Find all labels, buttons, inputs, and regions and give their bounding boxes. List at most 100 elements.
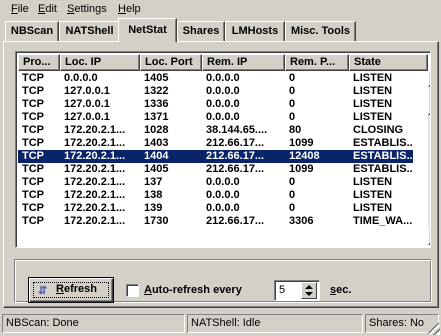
- cell-local-port: 1371: [144, 111, 169, 123]
- column-header-protocol[interactable]: Pro...: [18, 54, 60, 71]
- cell-local-port: 1336: [144, 98, 169, 110]
- column-header-state[interactable]: State: [349, 54, 428, 71]
- cell-remote-port: 3306: [289, 215, 314, 227]
- column-header-remote-port[interactable]: Rem. P...: [285, 54, 349, 71]
- tab-misc-tools[interactable]: Misc. Tools: [285, 21, 356, 41]
- cell-state: LISTEN: [353, 111, 393, 123]
- cell-local-port: 1405: [144, 72, 169, 84]
- cell-remote-ip: 0.0.0.0: [206, 85, 240, 97]
- cell-local-port: 1404: [144, 150, 169, 162]
- tab-natshell[interactable]: NATShell: [59, 21, 120, 41]
- cell-local-ip: 172.20.2.1...: [64, 163, 126, 175]
- cell-state: LISTEN: [353, 176, 393, 188]
- table-row[interactable]: TCP 172.20.2.1... 138 0.0.0.0 0 LISTEN: [18, 189, 413, 202]
- cell-remote-ip: 0.0.0.0: [206, 111, 240, 123]
- cell-protocol: TCP: [22, 163, 44, 175]
- spinner-buttons[interactable]: [301, 282, 317, 299]
- cell-protocol: TCP: [22, 202, 44, 214]
- cell-state: ESTABLIS...: [353, 150, 413, 162]
- cell-local-port: 1405: [144, 163, 169, 175]
- menu-settings[interactable]: Settings: [67, 3, 107, 15]
- table-row[interactable]: TCP 127.0.0.1 1322 0.0.0.0 0 LISTEN: [18, 85, 413, 98]
- cell-remote-ip: 0.0.0.0: [206, 72, 240, 84]
- cell-protocol: TCP: [22, 150, 44, 162]
- tab-lmhosts[interactable]: LMHosts: [225, 21, 285, 41]
- status-natshell: NATShell: Idle: [187, 314, 363, 333]
- tab-nbscan[interactable]: NBScan: [5, 21, 59, 41]
- auto-refresh-checkbox[interactable]: [126, 284, 139, 297]
- cell-local-port: 1028: [144, 124, 169, 136]
- cell-remote-port: 1099: [289, 137, 314, 149]
- cell-remote-ip: 212.66.17...: [206, 215, 265, 227]
- column-header-remote-ip[interactable]: Rem. IP: [202, 54, 285, 71]
- table-row[interactable]: TCP 172.20.2.1... 1403 212.66.17... 1099 ESTA…: [18, 137, 413, 150]
- table-row[interactable]: TCP 172.20.2.1... 1028 38.144.65.... 80 CLOSI…: [18, 124, 413, 137]
- table-row[interactable]: TCP 172.20.2.1... 1405 212.66.17... 1099 ESTA…: [18, 163, 413, 176]
- cell-local-ip: 0.0.0.0: [64, 72, 98, 84]
- table-row[interactable]: TCP 172.20.2.1... 139 0.0.0.0 0 LISTEN: [18, 202, 413, 215]
- cell-remote-ip: 212.66.17...: [206, 150, 265, 162]
- cell-local-ip: 127.0.0.1: [64, 85, 110, 97]
- refresh-button[interactable]: ⇵ Refresh: [28, 277, 114, 303]
- cell-local-port: 138: [144, 189, 163, 201]
- seconds-label: sec.: [330, 284, 352, 296]
- scroll-down-button[interactable]: [428, 229, 430, 245]
- cell-local-ip: 172.20.2.1...: [64, 215, 126, 227]
- cell-protocol: TCP: [22, 215, 44, 227]
- column-header-local-port[interactable]: Loc. Port: [140, 54, 202, 71]
- vertical-scrollbar[interactable]: [428, 71, 430, 245]
- cell-protocol: TCP: [22, 176, 44, 188]
- cell-state: ESTABLIS...: [353, 137, 413, 149]
- menu-help[interactable]: Help: [118, 3, 141, 15]
- cell-remote-ip: 0.0.0.0: [206, 202, 240, 214]
- auto-refresh-label[interactable]: Auto-refresh every: [144, 284, 242, 297]
- cell-remote-port: 1099: [289, 163, 314, 175]
- cell-remote-port: 12408: [289, 150, 320, 162]
- cell-local-ip: 172.20.2.1...: [64, 202, 126, 214]
- cell-local-ip: 127.0.0.1: [64, 111, 110, 123]
- cell-protocol: TCP: [22, 124, 44, 136]
- spin-up-icon[interactable]: [305, 285, 313, 289]
- table-row[interactable]: TCP 172.20.2.1... 1730 212.66.17... 3306 TIME…: [18, 215, 413, 228]
- refresh-interval-value[interactable]: 5: [279, 284, 285, 297]
- focus-rectangle: [33, 282, 109, 298]
- cell-protocol: TCP: [22, 111, 44, 123]
- cell-state: TIME_WA...: [353, 215, 413, 227]
- netstat-list[interactable]: Pro... Loc. IP Loc. Port Rem. IP Rem. P.…: [15, 51, 431, 248]
- table-row[interactable]: TCP 127.0.0.1 1371 0.0.0.0 0 LISTEN: [18, 111, 413, 124]
- cell-local-ip: 127.0.0.1: [64, 98, 110, 110]
- status-nbscan: NBScan: Done: [2, 314, 185, 333]
- cell-local-ip: 172.20.2.1...: [64, 150, 126, 162]
- cell-remote-port: 80: [289, 124, 302, 136]
- scroll-up-button[interactable]: [428, 71, 430, 87]
- cell-state: LISTEN: [353, 72, 393, 84]
- cell-state: LISTEN: [353, 98, 393, 110]
- spin-down-icon[interactable]: [305, 292, 313, 296]
- table-row[interactable]: TCP 172.20.2.1... 137 0.0.0.0 0 LISTEN: [18, 176, 413, 189]
- refresh-interval-spinner[interactable]: 5: [274, 280, 320, 301]
- tab-shares[interactable]: Shares: [177, 21, 225, 41]
- table-row[interactable]: TCP 172.20.2.1... 1404 212.66.17... 12408 EST…: [18, 150, 413, 163]
- menu-edit[interactable]: Edit: [38, 3, 57, 15]
- cell-state: LISTEN: [353, 202, 393, 214]
- cell-remote-ip: 212.66.17...: [206, 137, 265, 149]
- cell-remote-ip: 38.144.65....: [206, 124, 268, 136]
- cell-state: ESTABLIS...: [353, 163, 413, 175]
- cell-remote-port: 0: [289, 98, 296, 110]
- table-row[interactable]: TCP 127.0.0.1 1336 0.0.0.0 0 LISTEN: [18, 98, 413, 111]
- cell-state: LISTEN: [353, 189, 393, 201]
- cell-local-ip: 172.20.2.1...: [64, 189, 126, 201]
- cell-protocol: TCP: [22, 72, 44, 84]
- cell-local-port: 1322: [144, 85, 169, 97]
- scroll-thumb[interactable]: [428, 87, 430, 115]
- menu-file[interactable]: File: [11, 3, 29, 15]
- cell-remote-ip: 0.0.0.0: [206, 189, 240, 201]
- menu-bar: File Edit Settings Help: [0, 0, 441, 18]
- cell-remote-port: 0: [289, 111, 296, 123]
- cell-remote-port: 0: [289, 189, 296, 201]
- table-row[interactable]: TCP 0.0.0.0 1405 0.0.0.0 0 LISTEN: [18, 72, 413, 85]
- resize-grip-icon[interactable]: [428, 323, 440, 335]
- tab-netstat[interactable]: NetStat: [118, 18, 177, 42]
- cell-remote-port: 0: [289, 85, 296, 97]
- column-header-local-ip[interactable]: Loc. IP: [60, 54, 140, 71]
